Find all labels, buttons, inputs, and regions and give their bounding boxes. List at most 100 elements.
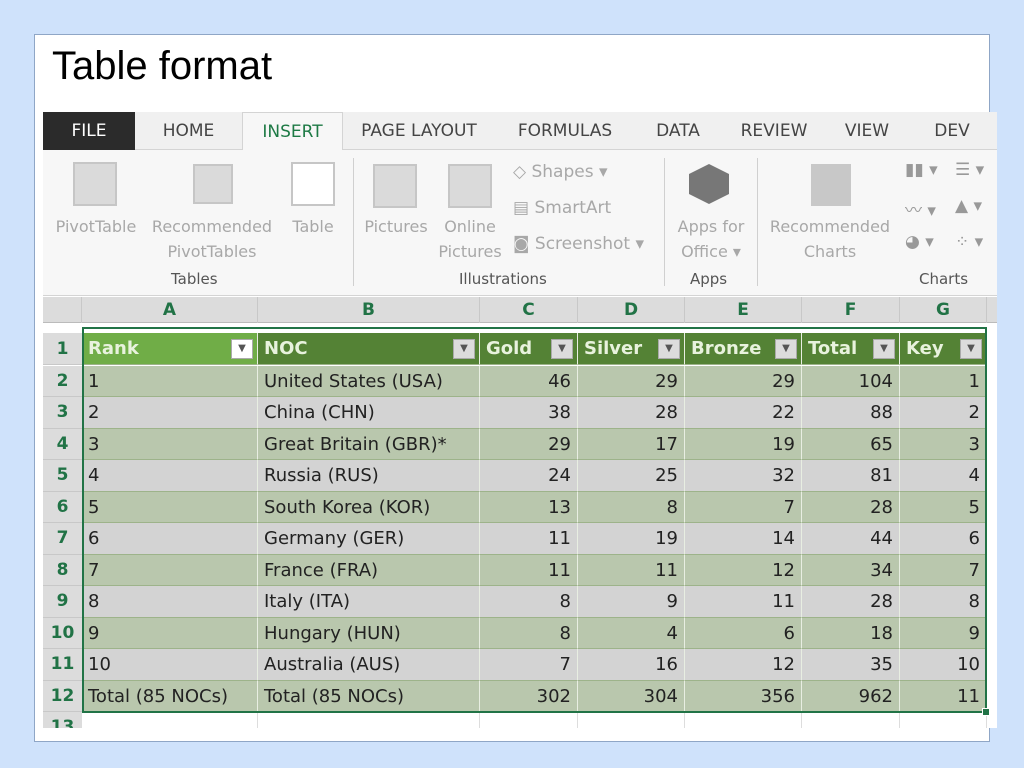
- table-cell[interactable]: 7: [685, 491, 802, 523]
- empty-cell[interactable]: [900, 712, 987, 728]
- header-cell-bronze[interactable]: Bronze ▼: [685, 333, 802, 365]
- table-button[interactable]: Table: [283, 214, 343, 239]
- empty-cell[interactable]: [82, 712, 258, 728]
- area-chart-button[interactable]: ▲ ▾: [955, 196, 982, 216]
- table-cell[interactable]: Hungary (HUN): [258, 617, 480, 649]
- column-header-b[interactable]: B: [258, 297, 480, 323]
- tab-view[interactable]: VIEW: [827, 112, 907, 150]
- table-cell[interactable]: 4: [578, 617, 685, 649]
- row-header-4[interactable]: 4: [43, 428, 82, 460]
- column-header-g[interactable]: G: [900, 297, 987, 323]
- table-cell[interactable]: 7: [900, 554, 987, 586]
- tab-dev[interactable]: DEV: [907, 112, 997, 150]
- pictures-icon[interactable]: [373, 164, 417, 208]
- row-header-5[interactable]: 5: [43, 460, 82, 492]
- table-cell[interactable]: 10: [82, 649, 258, 681]
- tab-home[interactable]: HOME: [135, 112, 242, 150]
- row-header-1[interactable]: 1: [43, 333, 82, 365]
- header-cell-gold[interactable]: Gold ▼: [480, 333, 578, 365]
- table-icon[interactable]: [291, 162, 335, 206]
- filter-dropdown-icon[interactable]: ▼: [453, 339, 475, 359]
- pivottable-icon[interactable]: [73, 162, 117, 206]
- table-cell[interactable]: 65: [802, 428, 900, 460]
- shapes-button[interactable]: ◇ Shapes ▾: [513, 162, 608, 182]
- table-cell[interactable]: China (CHN): [258, 397, 480, 429]
- table-cell[interactable]: 19: [578, 523, 685, 555]
- recommended-pivottables-button[interactable]: Recommended PivotTables: [147, 214, 277, 264]
- table-cell[interactable]: 8: [900, 586, 987, 618]
- table-cell[interactable]: Germany (GER): [258, 523, 480, 555]
- table-cell[interactable]: 35: [802, 649, 900, 681]
- tab-review[interactable]: REVIEW: [721, 112, 827, 150]
- table-cell[interactable]: 11: [900, 680, 987, 712]
- table-cell[interactable]: Great Britain (GBR)*: [258, 428, 480, 460]
- tab-formulas[interactable]: FORMULAS: [495, 112, 635, 150]
- table-cell[interactable]: 104: [802, 365, 900, 397]
- select-all-corner[interactable]: [43, 297, 82, 323]
- scatter-chart-button[interactable]: ⁘ ▾: [955, 232, 983, 252]
- table-cell[interactable]: 11: [685, 586, 802, 618]
- smartart-button[interactable]: ▤ SmartArt: [513, 198, 611, 218]
- empty-cell[interactable]: [802, 712, 900, 728]
- table-cell[interactable]: Australia (AUS): [258, 649, 480, 681]
- table-cell[interactable]: 6: [900, 523, 987, 555]
- table-cell[interactable]: South Korea (KOR): [258, 491, 480, 523]
- table-cell[interactable]: 28: [578, 397, 685, 429]
- table-cell[interactable]: Total (85 NOCs): [258, 680, 480, 712]
- table-cell[interactable]: 12: [685, 649, 802, 681]
- table-cell[interactable]: 5: [82, 491, 258, 523]
- tab-page-layout[interactable]: PAGE LAYOUT: [343, 112, 495, 150]
- table-cell[interactable]: 44: [802, 523, 900, 555]
- table-cell[interactable]: 14: [685, 523, 802, 555]
- table-cell[interactable]: 22: [685, 397, 802, 429]
- header-cell-key[interactable]: Key ▼: [900, 333, 987, 365]
- row-header-3[interactable]: 3: [43, 397, 82, 429]
- table-cell[interactable]: 17: [578, 428, 685, 460]
- table-cell[interactable]: 28: [802, 586, 900, 618]
- header-cell-rank[interactable]: Rank ▼: [82, 333, 258, 365]
- table-cell[interactable]: 11: [480, 554, 578, 586]
- row-header-2[interactable]: 2: [43, 365, 82, 397]
- pictures-button[interactable]: Pictures: [359, 214, 433, 239]
- table-cell[interactable]: Total (85 NOCs): [82, 680, 258, 712]
- table-cell[interactable]: 7: [82, 554, 258, 586]
- table-cell[interactable]: 16: [578, 649, 685, 681]
- row-header-9[interactable]: 9: [43, 586, 82, 618]
- column-header-d[interactable]: D: [578, 297, 685, 323]
- table-cell[interactable]: 18: [802, 617, 900, 649]
- apps-for-office-icon[interactable]: [689, 164, 729, 204]
- filter-dropdown-icon[interactable]: ▼: [658, 339, 680, 359]
- table-cell[interactable]: 304: [578, 680, 685, 712]
- filter-dropdown-icon[interactable]: ▼: [873, 339, 895, 359]
- table-cell[interactable]: 12: [685, 554, 802, 586]
- table-cell[interactable]: 38: [480, 397, 578, 429]
- line-chart-button[interactable]: 〰 ▾: [905, 196, 936, 221]
- table-cell[interactable]: 29: [480, 428, 578, 460]
- table-cell[interactable]: 7: [480, 649, 578, 681]
- table-cell[interactable]: 34: [802, 554, 900, 586]
- table-cell[interactable]: Italy (ITA): [258, 586, 480, 618]
- table-cell[interactable]: 3: [900, 428, 987, 460]
- table-cell[interactable]: United States (USA): [258, 365, 480, 397]
- table-cell[interactable]: 13: [480, 491, 578, 523]
- table-cell[interactable]: 46: [480, 365, 578, 397]
- empty-cell[interactable]: [258, 712, 480, 728]
- table-cell[interactable]: France (FRA): [258, 554, 480, 586]
- online-pictures-button[interactable]: Online Pictures: [433, 214, 507, 264]
- table-cell[interactable]: 8: [480, 586, 578, 618]
- header-cell-silver[interactable]: Silver ▼: [578, 333, 685, 365]
- bar-chart-button[interactable]: ☰ ▾: [955, 160, 984, 180]
- table-cell[interactable]: 29: [685, 365, 802, 397]
- apps-for-office-button[interactable]: Apps for Office ▾: [671, 214, 751, 264]
- recommended-charts-icon[interactable]: [811, 164, 851, 206]
- row-header-11[interactable]: 11: [43, 649, 82, 681]
- filter-dropdown-icon[interactable]: ▼: [231, 339, 253, 359]
- pie-chart-button[interactable]: ◕ ▾: [905, 232, 934, 252]
- table-cell[interactable]: 302: [480, 680, 578, 712]
- table-cell[interactable]: 28: [802, 491, 900, 523]
- table-cell[interactable]: 11: [578, 554, 685, 586]
- table-cell[interactable]: 8: [578, 491, 685, 523]
- table-cell[interactable]: 25: [578, 460, 685, 492]
- table-cell[interactable]: 29: [578, 365, 685, 397]
- header-cell-noc[interactable]: NOC ▼: [258, 333, 480, 365]
